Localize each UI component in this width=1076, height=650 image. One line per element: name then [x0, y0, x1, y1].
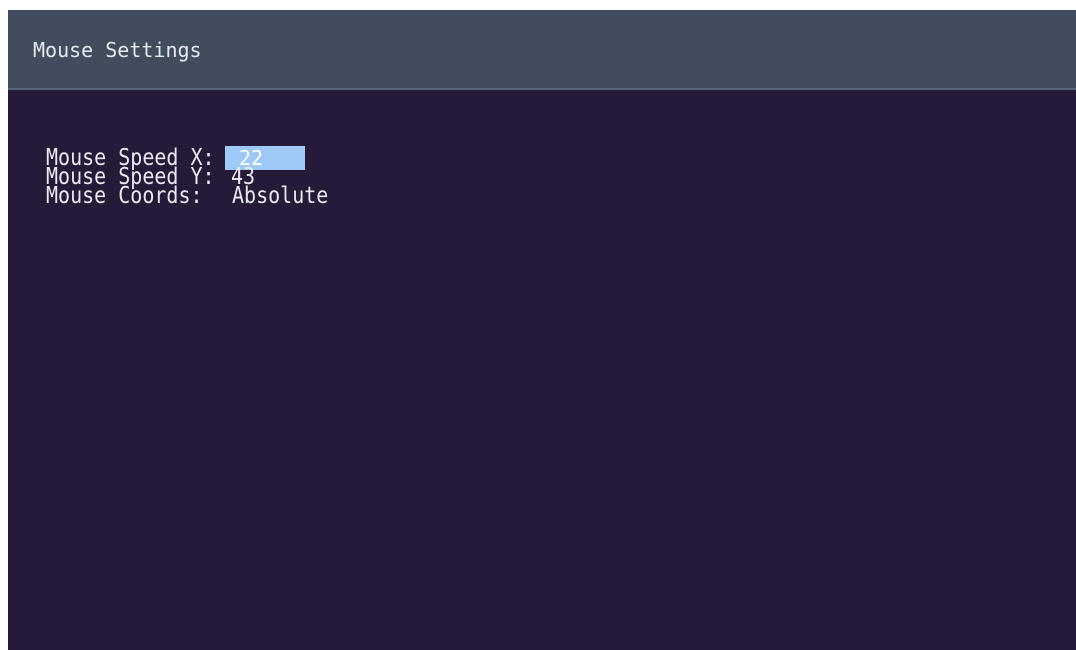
title-bar: Mouse Settings — [8, 10, 1076, 90]
settings-screen: Mouse Settings Mouse Speed X: 22 Mouse S… — [8, 10, 1076, 650]
setting-mouse-coords[interactable]: Mouse Coords: Absolute — [46, 181, 328, 209]
mouse-coords-field[interactable]: Absolute — [232, 183, 328, 206]
setting-label: Mouse Coords: — [46, 181, 203, 209]
window-title: Mouse Settings — [33, 38, 202, 62]
settings-list: Mouse Speed X: 22 Mouse Speed Y: 43 Mous… — [46, 145, 328, 209]
